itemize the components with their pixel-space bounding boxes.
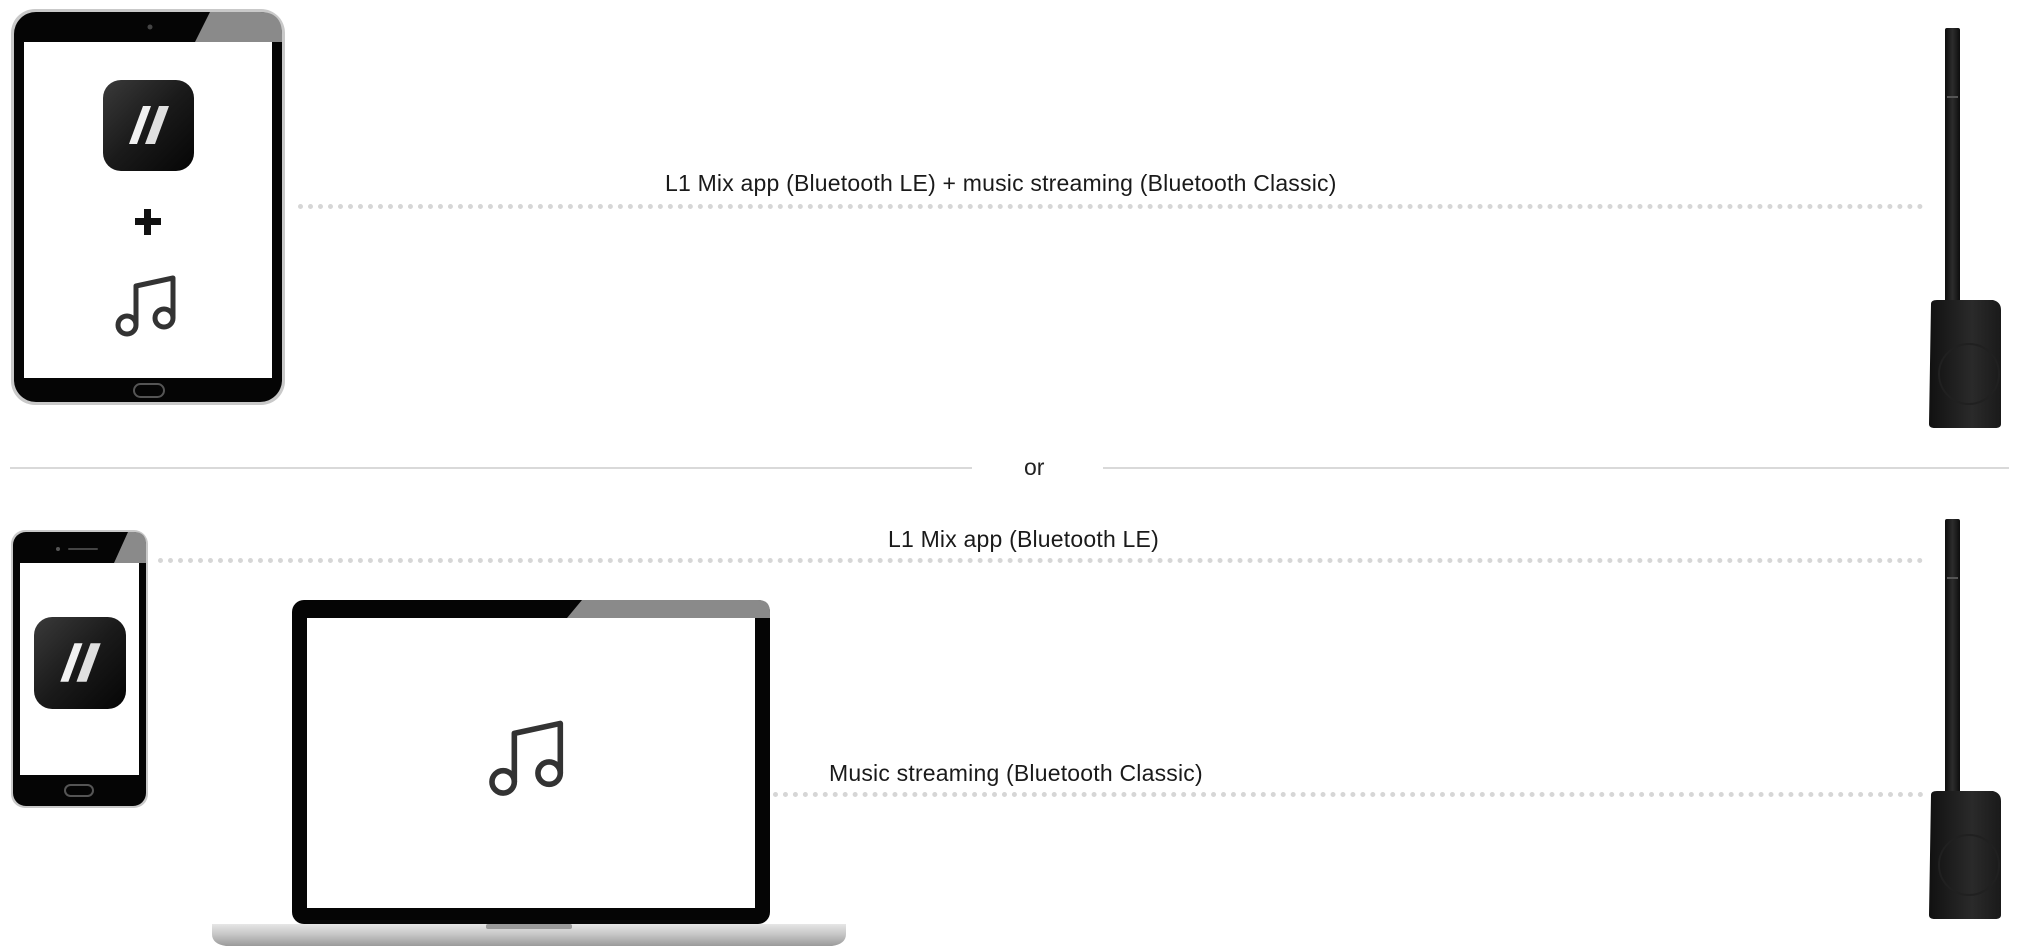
music-note-icon <box>114 272 180 338</box>
column-speaker-bottom <box>1925 517 2005 921</box>
connection-label-music: Music streaming (Bluetooth Classic) <box>829 760 1203 786</box>
separator-line-left <box>10 467 972 469</box>
connection-label-app: L1 Mix app (Bluetooth LE) <box>888 526 1159 552</box>
l1-mix-app-icon <box>103 80 194 171</box>
l1-mix-app-icon <box>34 617 126 709</box>
connection-label-top: L1 Mix app (Bluetooth LE) + music stream… <box>665 170 1337 196</box>
separator-line-right <box>1103 467 2009 469</box>
connection-line-top <box>298 204 1924 209</box>
separator-or: or <box>1024 454 1045 480</box>
column-speaker-top <box>1925 26 2005 430</box>
connection-line-music <box>773 792 1924 797</box>
connection-line-app <box>158 558 1924 563</box>
music-note-icon <box>487 716 569 798</box>
plus-icon <box>133 207 163 237</box>
